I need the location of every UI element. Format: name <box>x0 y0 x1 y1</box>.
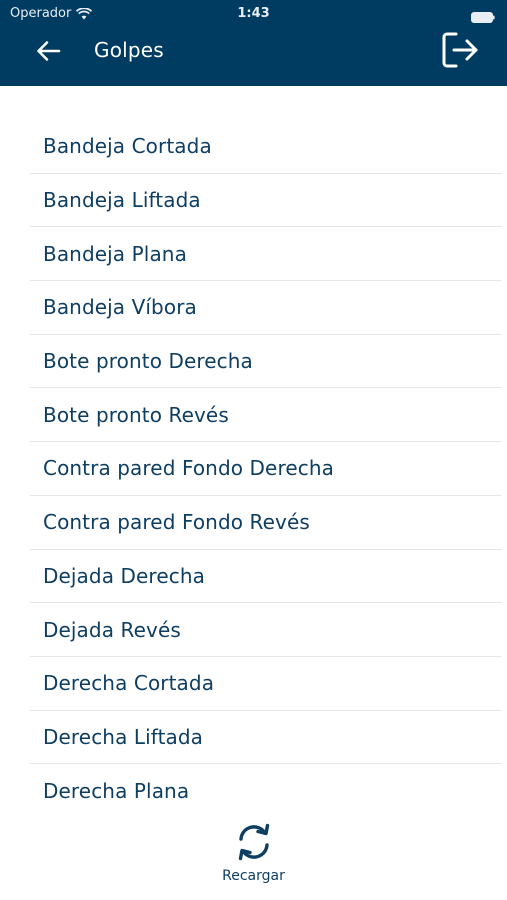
list-item[interactable]: Derecha Cortada <box>30 657 502 711</box>
arrow-left-icon <box>37 41 61 61</box>
list-item-label: Contra pared Fondo Derecha <box>43 456 334 481</box>
navigation-bar: Operador 1:43 Golpes <box>0 0 507 86</box>
reload-button[interactable]: Recargar <box>203 822 304 892</box>
reload-label: Recargar <box>222 868 285 884</box>
status-time: 1:43 <box>237 6 270 21</box>
strokes-list: Bandeja Cortada Bandeja Liftada Bandeja Pl… <box>30 120 502 818</box>
list-item[interactable]: Dejada Revés <box>30 603 502 657</box>
list-item-label: Dejada Derecha <box>43 563 205 588</box>
list-item-label: Contra pared Fondo Revés <box>43 510 310 535</box>
list-item[interactable]: Dejada Derecha <box>30 550 502 604</box>
logout-icon <box>442 32 478 68</box>
list-item[interactable]: Contra pared Fondo Derecha <box>30 442 502 496</box>
refresh-icon <box>238 823 269 861</box>
list-item[interactable]: Bandeja Víbora <box>30 281 502 335</box>
list-item[interactable]: Derecha Liftada <box>30 711 502 765</box>
list-item[interactable]: Bandeja Cortada <box>30 120 502 174</box>
list-item[interactable]: Contra pared Fondo Revés <box>30 496 502 550</box>
battery-icon <box>471 8 495 23</box>
list-item-label: Derecha Plana <box>43 779 190 804</box>
list-item-label: Derecha Liftada <box>43 724 204 749</box>
logout-button[interactable] <box>439 30 483 70</box>
list-item[interactable]: Bandeja Liftada <box>30 174 502 228</box>
list-item-label: Bandeja Cortada <box>43 134 212 159</box>
page-title: Golpes <box>94 38 164 62</box>
status-bar: Operador 1:43 <box>0 0 507 28</box>
list-item-label: Dejada Revés <box>43 617 181 642</box>
list-item-label: Bote pronto Revés <box>43 402 229 427</box>
list-item-label: Bandeja Víbora <box>43 295 197 320</box>
list-item-label: Bandeja Plana <box>43 241 187 266</box>
list-item-label: Bandeja Liftada <box>43 188 201 213</box>
back-button[interactable] <box>30 36 66 66</box>
list-item[interactable]: Bote pronto Derecha <box>30 335 502 389</box>
list-item-label: Derecha Cortada <box>43 671 215 696</box>
list-item[interactable]: Derecha Plana <box>30 764 502 818</box>
screen: Operador 1:43 Golpes Bandeja Cortada Ban… <box>0 0 507 900</box>
list-item[interactable]: Bote pronto Revés <box>30 388 502 443</box>
list-item-label: Bote pronto Derecha <box>43 349 253 374</box>
list-item[interactable]: Bandeja Plana <box>30 227 502 282</box>
